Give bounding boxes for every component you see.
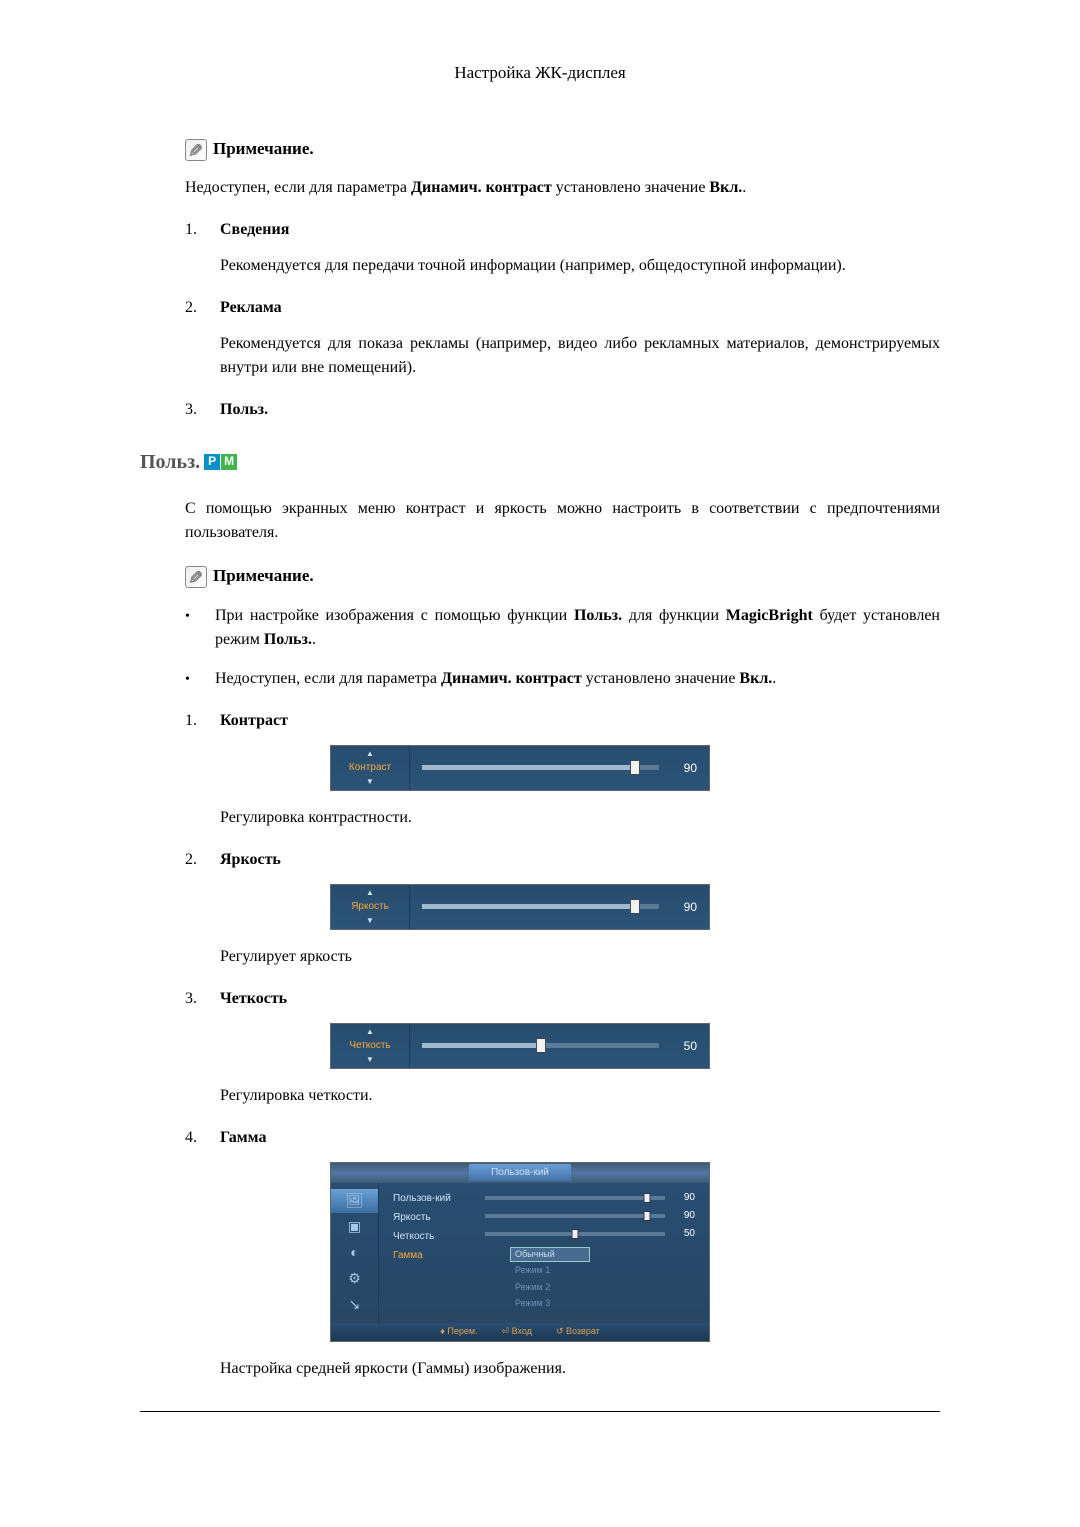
brightness-value: 90	[671, 898, 697, 916]
badge-p-icon: P	[204, 454, 220, 470]
list-item: 2. Реклама Рекомендуется для показа рекл…	[185, 296, 940, 380]
gamma-options: Обычный Режим 1 Режим 2 Режим 3	[510, 1247, 695, 1312]
slider-track-wrap: 90	[409, 885, 709, 929]
section-intro: С помощью экранных меню контраст и яркос…	[185, 497, 940, 545]
note-block-1: Примечание.	[185, 136, 940, 162]
menu-label[interactable]: Четкость	[393, 1229, 469, 1244]
slider-left-cell: ▲ Яркость ▼	[331, 885, 409, 929]
note-block-2: Примечание.	[185, 563, 940, 589]
arrow-down-icon[interactable]: ▼	[366, 1054, 374, 1066]
brightness-slider[interactable]	[422, 904, 659, 909]
gamma-menu-footer: ♦ Перем. ⏎ Вход ↺ Возврат	[331, 1323, 709, 1341]
magicbright-list: 1. Сведения Рекомендуется для передачи т…	[185, 218, 940, 422]
menu-label-active[interactable]: Гамма	[393, 1248, 469, 1263]
arrow-up-icon[interactable]: ▲	[366, 1026, 374, 1038]
contrast-slider[interactable]	[422, 765, 659, 770]
gamma-option[interactable]: Обычный	[510, 1247, 590, 1263]
screen-icon[interactable]: ▣	[331, 1215, 378, 1239]
menu-row: 90	[485, 1191, 695, 1205]
brightness-slider-panel: ▲ Яркость ▼ 90	[330, 884, 710, 930]
badge-m-icon: M	[221, 454, 237, 470]
note1-paragraph: Недоступен, если для параметра Динамич. …	[185, 176, 940, 200]
contrast-value: 90	[671, 759, 697, 777]
list-item: 1. Контраст ▲ Контраст ▼ 90 Регулировка …	[185, 709, 940, 830]
footer-move: ♦ Перем.	[440, 1325, 477, 1339]
gamma-menu-tab: Пользов-кий	[469, 1164, 571, 1181]
contrast-slider-panel: ▲ Контраст ▼ 90	[330, 745, 710, 791]
input-icon[interactable]: ↘	[331, 1293, 378, 1317]
footer-enter: ⏎ Вход	[502, 1325, 532, 1339]
sharpness-value: 50	[671, 1037, 697, 1055]
gamma-option[interactable]: Режим 3	[510, 1296, 590, 1312]
picture-icon[interactable]: 🖼	[331, 1189, 378, 1213]
note-heading-text: Примечание.	[213, 139, 314, 158]
slider-left-cell: ▲ Контраст ▼	[331, 746, 409, 790]
custom-settings-list: 1. Контраст ▲ Контраст ▼ 90 Регулировка …	[185, 709, 940, 1381]
list-item: 3. Четкость ▲ Четкость ▼ 50 Регулировка …	[185, 987, 940, 1108]
slider-track-wrap: 50	[409, 1024, 709, 1068]
footer-return: ↺ Возврат	[556, 1325, 600, 1339]
gamma-option[interactable]: Режим 1	[510, 1263, 590, 1279]
bullet-item: При настройке изображения с помощью функ…	[185, 604, 940, 652]
arrow-up-icon[interactable]: ▲	[366, 748, 374, 760]
menu-row: 50	[485, 1227, 695, 1241]
sharpness-slider[interactable]	[422, 1043, 659, 1048]
gamma-menu-header: Пользов-кий	[331, 1163, 709, 1183]
list-item: 4. Гамма Пользов-кий 🖼 ▣ ◐ ⚙ ↘ Пользов-к…	[185, 1126, 940, 1381]
slider-left-cell: ▲ Четкость ▼	[331, 1024, 409, 1068]
gamma-option[interactable]: Режим 2	[510, 1280, 590, 1296]
arrow-down-icon[interactable]: ▼	[366, 915, 374, 927]
sound-icon[interactable]: ◐	[331, 1241, 378, 1265]
note-icon	[185, 566, 207, 588]
setup-icon[interactable]: ⚙	[331, 1267, 378, 1291]
footer-rule	[140, 1411, 940, 1412]
list-item: 2. Яркость ▲ Яркость ▼ 90 Регулирует ярк…	[185, 848, 940, 969]
menu-label[interactable]: Пользов-кий	[393, 1191, 469, 1206]
section-heading-polz: Польз. P M	[140, 447, 940, 477]
sharpness-slider-panel: ▲ Четкость ▼ 50	[330, 1023, 710, 1069]
slider-track-wrap: 90	[409, 746, 709, 790]
note-icon	[185, 139, 207, 161]
arrow-down-icon[interactable]: ▼	[366, 776, 374, 788]
list-item: 3. Польз.	[185, 398, 940, 422]
note-bullet-list: При настройке изображения с помощью функ…	[185, 604, 940, 691]
page-header: Настройка ЖК-дисплея	[140, 60, 940, 86]
gamma-sidebar: 🖼 ▣ ◐ ⚙ ↘	[331, 1183, 379, 1323]
bullet-item: Недоступен, если для параметра Динамич. …	[185, 667, 940, 691]
gamma-menu-panel: Пользов-кий 🖼 ▣ ◐ ⚙ ↘ Пользов-кий Яркост…	[330, 1162, 710, 1342]
note-heading-text: Примечание.	[213, 566, 314, 585]
menu-row: 90	[485, 1209, 695, 1223]
menu-label[interactable]: Яркость	[393, 1210, 469, 1225]
mini-slider[interactable]	[485, 1214, 665, 1218]
list-item: 1. Сведения Рекомендуется для передачи т…	[185, 218, 940, 278]
arrow-up-icon[interactable]: ▲	[366, 887, 374, 899]
mini-slider[interactable]	[485, 1232, 665, 1236]
mini-slider[interactable]	[485, 1196, 665, 1200]
